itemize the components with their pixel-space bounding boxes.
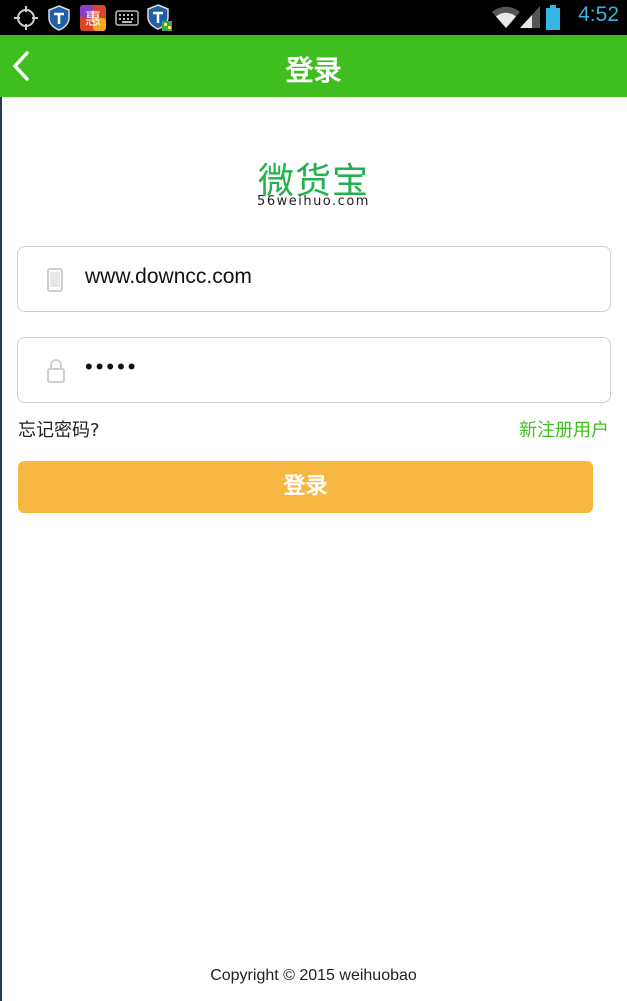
clock: 4:52	[578, 3, 619, 26]
form-links: 忘记密码? 新注册用户	[0, 414, 627, 442]
logo-domain: 56weihuo.com	[257, 194, 370, 209]
shield-icon	[48, 5, 70, 31]
username-field[interactable]	[17, 246, 611, 312]
app-header: 登录	[0, 35, 627, 97]
register-link[interactable]: 新注册用户	[519, 416, 609, 442]
password-field[interactable]: •••••	[17, 337, 611, 403]
app-hui-icon: 惠	[80, 5, 106, 31]
wifi-icon	[492, 6, 520, 28]
gps-icon	[14, 6, 38, 30]
status-bar: 惠 4:52	[0, 0, 627, 35]
forgot-password-link[interactable]: 忘记密码?	[18, 416, 100, 442]
content-area	[0, 97, 627, 1001]
login-button[interactable]: 登录	[18, 461, 593, 513]
copyright-text: Copyright © 2015 weihuobao	[210, 967, 417, 984]
phone-icon	[47, 268, 63, 292]
svg-text:惠: 惠	[85, 9, 101, 28]
signal-icon	[520, 6, 540, 28]
keyboard-icon	[115, 10, 139, 26]
username-input[interactable]	[85, 265, 585, 289]
battery-icon	[546, 5, 560, 30]
shield-badge-icon	[147, 4, 172, 31]
lock-icon	[47, 359, 65, 383]
password-input[interactable]: •••••	[85, 354, 585, 380]
page-title: 登录	[285, 54, 342, 87]
